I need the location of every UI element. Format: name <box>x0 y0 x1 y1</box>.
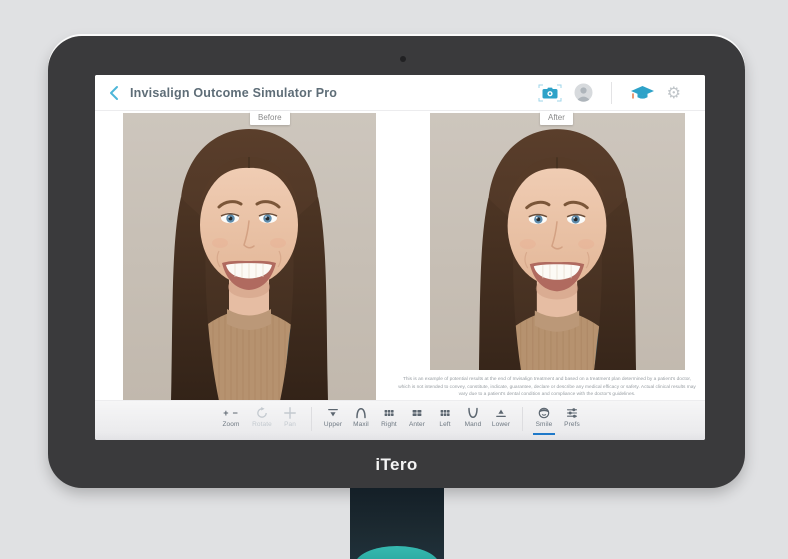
toolbar-item[interactable]: Anter <box>403 407 431 428</box>
toolbar-divider <box>311 407 312 431</box>
back-chevron-icon <box>109 85 119 101</box>
monitor-bezel: Invisalign Outcome Simulator Pro <box>48 36 745 488</box>
toolbar-item[interactable]: +− Zoom <box>214 407 248 428</box>
before-label: Before <box>250 111 290 125</box>
mandibular-arch-icon <box>467 407 479 419</box>
screen: Invisalign Outcome Simulator Pro <box>95 75 705 440</box>
app-header: Invisalign Outcome Simulator Pro <box>95 75 705 111</box>
graduation-cap-icon <box>630 85 655 101</box>
before-photo[interactable] <box>123 113 376 400</box>
simulation-viewer: Before After This is an example of poten… <box>95 111 705 401</box>
preferences-icon <box>566 407 578 419</box>
header-actions: ⚙ <box>538 82 681 104</box>
pan-icon <box>284 407 296 419</box>
toolbar-item[interactable]: Prefs <box>558 407 586 428</box>
after-photo[interactable] <box>430 113 685 370</box>
toolbar-item[interactable]: Smile <box>530 407 558 428</box>
back-button[interactable] <box>105 83 123 103</box>
toolbar-item[interactable]: Pan <box>276 407 304 428</box>
toolbar-item[interactable]: Mand <box>459 407 487 428</box>
header-divider <box>611 82 612 104</box>
toolbar-divider <box>522 407 523 431</box>
toolbar-item[interactable]: Lower <box>487 407 515 428</box>
camera-icon <box>538 84 562 102</box>
settings-button[interactable]: ⚙ <box>667 85 681 101</box>
disclaimer-text: This is an example of potential results … <box>397 376 697 399</box>
toolbar-item[interactable]: Left <box>431 407 459 428</box>
profile-button[interactable] <box>574 83 593 102</box>
maxillary-arch-icon <box>355 407 367 419</box>
upper-jaw-icon <box>327 407 339 419</box>
smile-view-icon <box>538 407 550 419</box>
zoom-icon: +− <box>223 407 239 419</box>
rotate-icon <box>256 407 268 419</box>
brand-logo: iTero <box>48 455 745 475</box>
toolbar: +− Zoom Rotate <box>95 400 705 440</box>
learning-center-button[interactable] <box>630 85 655 101</box>
page-title: Invisalign Outcome Simulator Pro <box>130 86 337 100</box>
toolbar-item[interactable]: Upper <box>319 407 347 428</box>
gear-icon: ⚙ <box>667 85 681 101</box>
front-camera <box>400 56 406 62</box>
anterior-view-icon <box>411 407 423 419</box>
toolbar-item[interactable]: Right <box>375 407 403 428</box>
toolbar-item[interactable]: Maxil <box>347 407 375 428</box>
before-portrait <box>123 113 376 400</box>
after-label: After <box>540 111 573 125</box>
lower-jaw-icon <box>495 407 507 419</box>
snapshot-button[interactable] <box>538 84 562 102</box>
after-portrait <box>430 113 685 370</box>
left-view-icon <box>439 407 451 419</box>
right-view-icon <box>383 407 395 419</box>
user-avatar-icon <box>574 83 593 102</box>
toolbar-item[interactable]: Rotate <box>248 407 276 428</box>
page: Invisalign Outcome Simulator Pro <box>0 0 788 559</box>
